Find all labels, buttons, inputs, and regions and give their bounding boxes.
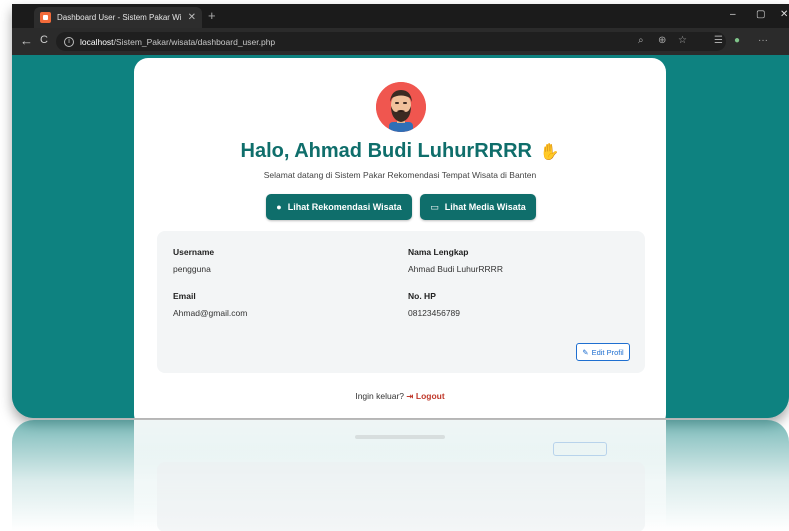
url-path: /Sistem_Pakar/wisata/dashboard_user.php [113,36,276,47]
extension-icon[interactable]: ● [734,35,740,46]
edit-profile-label: Edit Profil [591,347,624,357]
logout-label: Logout [415,391,445,401]
screen-reflection [12,420,789,531]
bearded-man-icon [376,82,426,132]
favicon-icon [40,12,51,23]
phone-value: 08123456789 [408,308,461,318]
logout-link[interactable]: ⇥ Logout [406,391,444,401]
email-value: Ahmad@gmail.com [173,308,248,318]
email-label: Email [173,291,196,301]
phone-label: No. HP [408,291,436,301]
restore-icon[interactable]: ▢ [756,9,765,20]
reflection-card [134,420,666,531]
logout-prompt: Ingin keluar? [355,391,404,401]
profile-panel: Username pengguna Nama Lengkap Ahmad Bud… [157,231,645,373]
tab-close-icon[interactable]: ✕ [188,12,196,23]
greeting-text: Halo, Ahmad Budi LuhurRRRR [240,140,532,162]
reflection-edit [553,442,607,456]
browser-window: Dashboard User - Sistem Pakar Wi ✕ + – ▢… [12,4,789,418]
view-media-button[interactable]: ▭ Lihat Media Wisata [420,194,536,220]
waving-hand-icon: ✋ [539,144,560,161]
reload-icon[interactable]: C [40,34,48,46]
url-field[interactable]: i localhost/Sistem_Pakar/wisata/dashboar… [56,32,726,51]
dashboard-card: Halo, Ahmad Budi LuhurRRRR ✋ Selamat dat… [134,58,666,418]
search-page-icon[interactable]: ⌕ [638,35,644,46]
view-media-label: Lihat Media Wisata [444,202,526,212]
address-bar: ← C i localhost/Sistem_Pakar/wisata/dash… [12,28,789,55]
new-tab-icon[interactable]: + [208,8,216,23]
welcome-subtitle: Selamat datang di Sistem Pakar Rekomenda… [263,170,537,180]
url-host: localhost [80,36,114,47]
favorite-star-icon[interactable]: ☆ [678,35,687,46]
reflection-panel [157,462,645,531]
username-label: Username [173,247,215,257]
minimize-icon[interactable]: – [730,9,736,20]
logout-icon: ⇥ [406,391,414,401]
tab-title: Dashboard User - Sistem Pakar Wi [57,13,182,22]
tab-bar: Dashboard User - Sistem Pakar Wi ✕ + – ▢… [12,4,789,28]
browser-tab[interactable]: Dashboard User - Sistem Pakar Wi ✕ [34,7,202,28]
logout-row: Ingin keluar? ⇥ Logout [134,391,666,402]
avatar [376,82,426,132]
back-icon[interactable]: ← [20,33,33,48]
zoom-icon[interactable]: ⊕ [658,35,666,46]
more-icon[interactable]: ··· [758,35,768,46]
site-info-icon[interactable]: i [64,36,74,47]
favorites-icon[interactable]: ☰ [714,35,723,46]
close-window-icon[interactable]: ✕ [780,9,788,20]
fullname-value: Ahmad Budi LuhurRRRR [408,264,503,274]
edit-icon: ✎ [582,347,589,357]
fullname-label: Nama Lengkap [408,247,469,257]
view-recommendations-button[interactable]: ● Lihat Rekomendasi Wisata [266,194,412,220]
page-title: Halo, Ahmad Budi LuhurRRRR ✋ [134,140,666,163]
view-recommendations-label: Lihat Rekomendasi Wisata [287,202,402,212]
media-icon: ▭ [430,201,439,212]
page-content: Halo, Ahmad Budi LuhurRRRR ✋ Selamat dat… [12,55,789,418]
username-value: pengguna [173,264,211,274]
user-icon: ● [276,202,282,212]
edit-profile-button[interactable]: ✎ Edit Profil [576,343,630,361]
